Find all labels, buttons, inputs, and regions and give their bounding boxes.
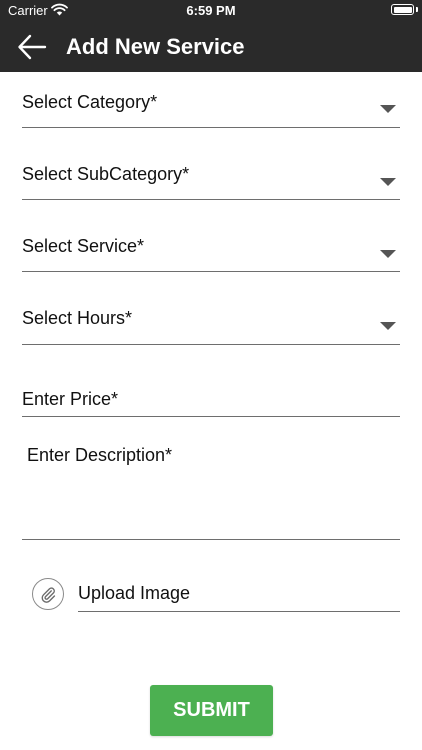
service-select[interactable]: Select Service* — [22, 231, 400, 272]
back-arrow-icon[interactable] — [17, 33, 47, 61]
description-textarea[interactable]: Enter Description* — [22, 440, 400, 540]
upload-image-field[interactable]: Upload Image — [78, 578, 400, 612]
dropdown-caret-icon — [380, 105, 396, 113]
attach-image-button[interactable] — [32, 578, 64, 610]
dropdown-caret-icon — [380, 250, 396, 258]
status-bar: Carrier 6:59 PM — [0, 0, 422, 22]
paperclip-icon — [41, 587, 56, 603]
status-time: 6:59 PM — [186, 3, 236, 18]
category-select-label: Select Category* — [22, 92, 158, 112]
subcategory-select-label: Select SubCategory* — [22, 164, 190, 184]
add-service-screen: Carrier 6:59 PM Add New Service Select C… — [0, 0, 422, 750]
subcategory-select[interactable]: Select SubCategory* — [22, 159, 400, 200]
dropdown-caret-icon — [380, 322, 396, 330]
submit-button[interactable]: SUBMIT — [150, 685, 273, 736]
upload-image-row: Upload Image — [32, 578, 400, 612]
upload-image-label: Upload Image — [78, 583, 191, 603]
hours-select[interactable]: Select Hours* — [22, 303, 400, 345]
description-textarea-placeholder: Enter Description* — [27, 445, 173, 465]
price-input[interactable]: Enter Price* — [22, 384, 400, 417]
battery-level — [393, 6, 412, 13]
battery-icon — [391, 4, 414, 15]
app-header: Carrier 6:59 PM Add New Service — [0, 0, 422, 72]
dropdown-caret-icon — [380, 178, 396, 186]
hours-select-label: Select Hours* — [22, 308, 133, 328]
battery-tip — [416, 7, 418, 12]
price-input-placeholder: Enter Price* — [22, 389, 119, 409]
service-select-label: Select Service* — [22, 236, 145, 256]
category-select[interactable]: Select Category* — [22, 86, 400, 128]
page-title: Add New Service — [66, 34, 245, 59]
